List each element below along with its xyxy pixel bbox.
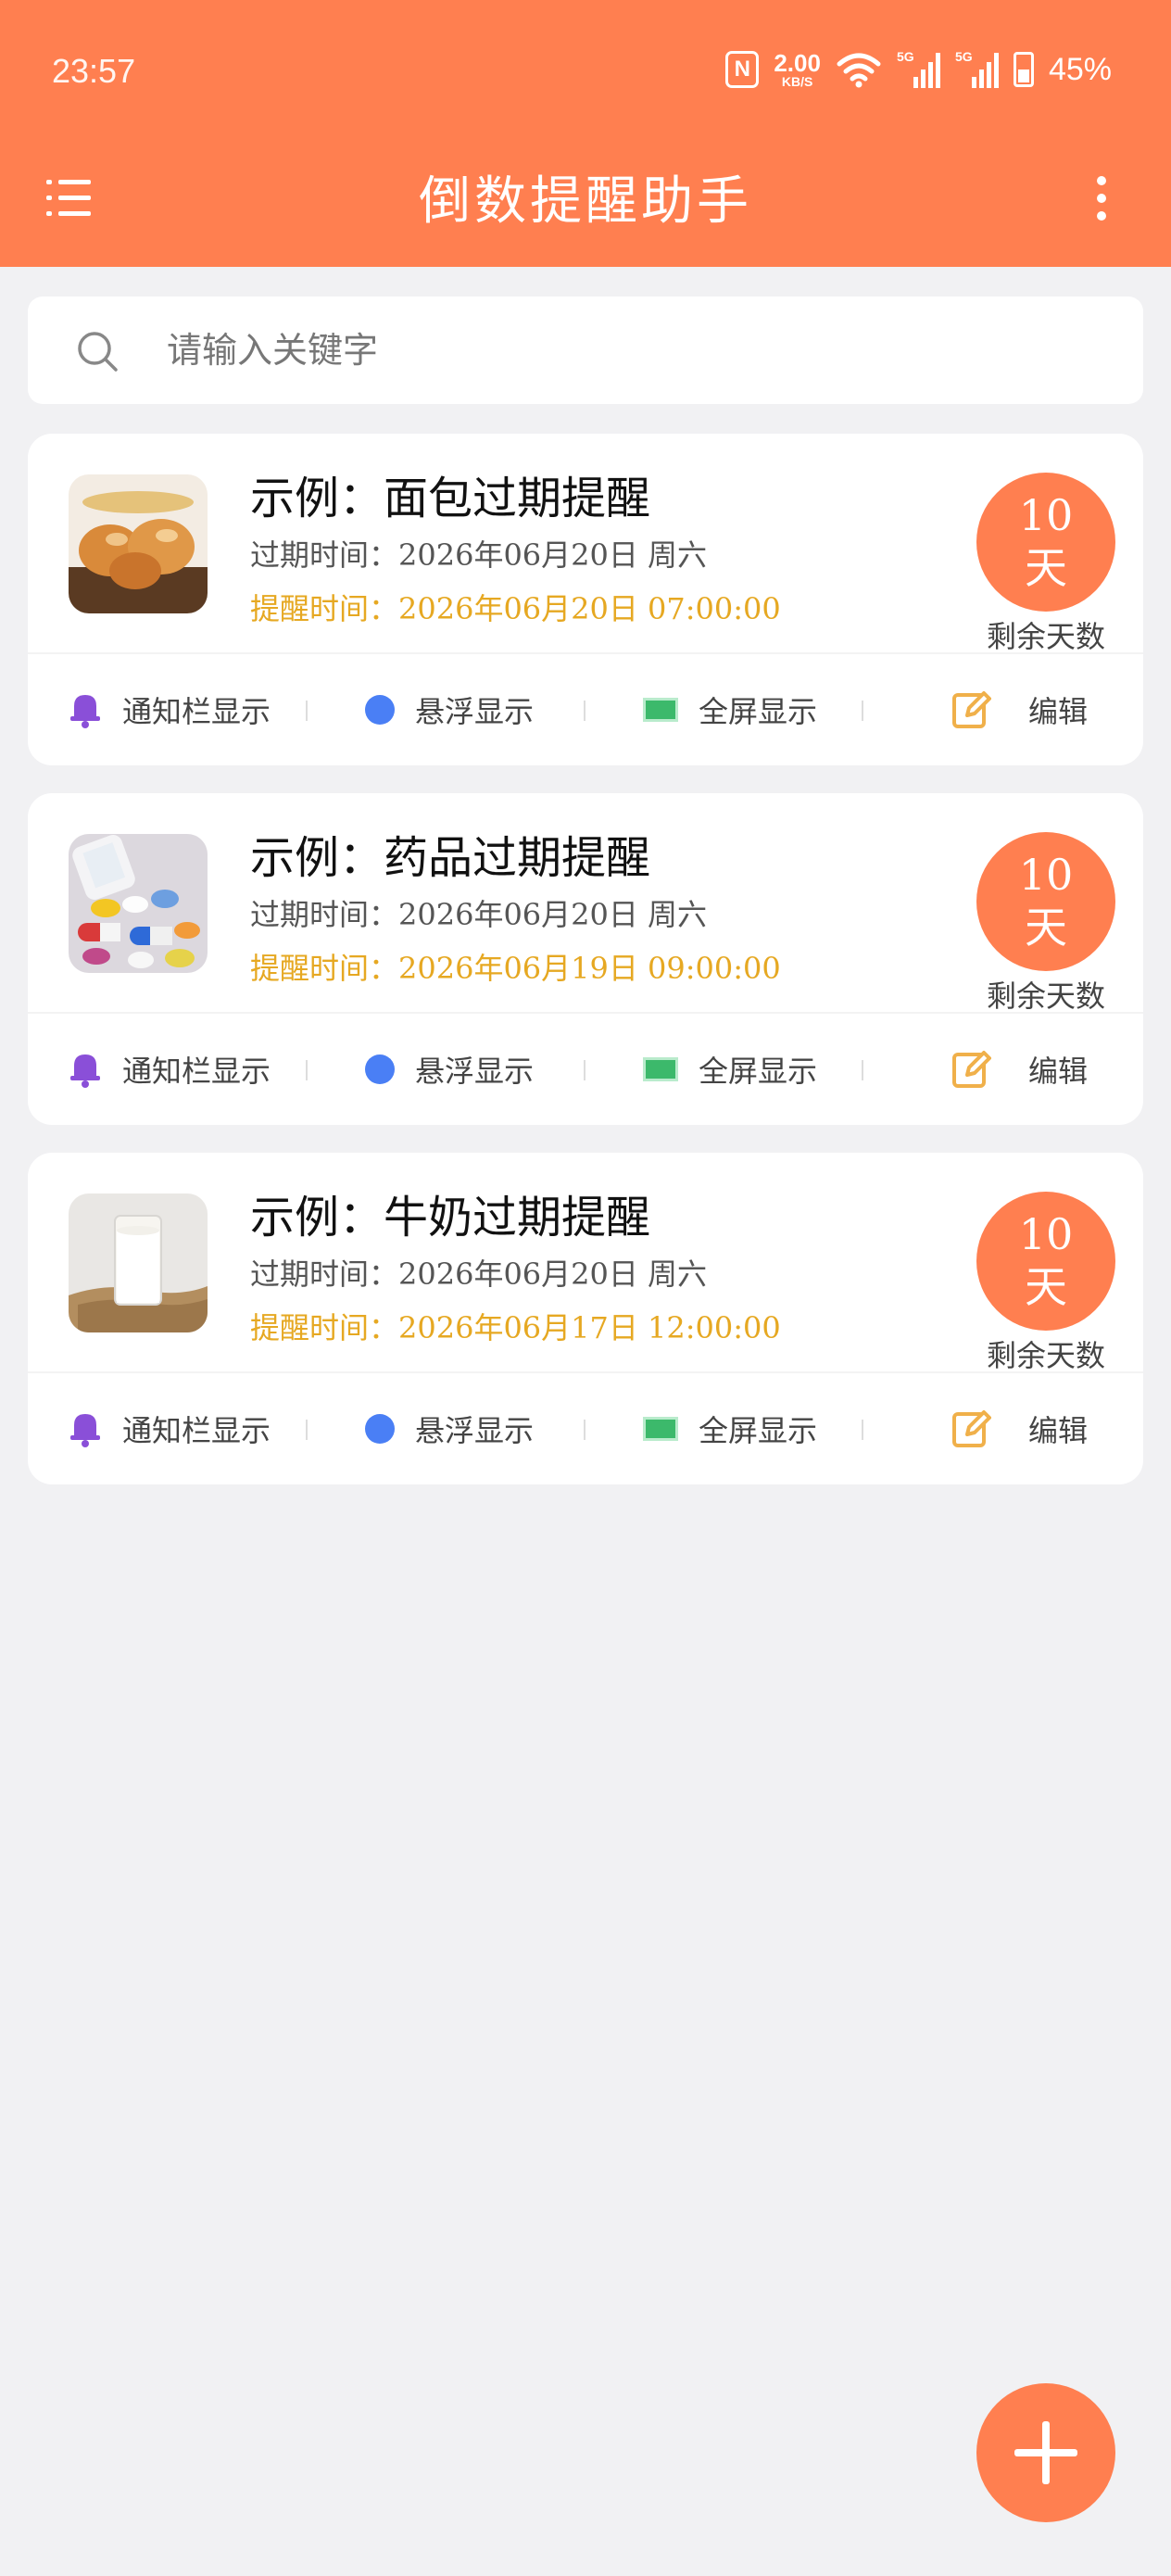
days-left-value: 10 <box>1018 1208 1074 1259</box>
action-separator <box>584 1060 586 1080</box>
float-dot-icon <box>365 1414 395 1444</box>
expire-time: 过期时间：2026年06月20日 周六 <box>250 537 708 573</box>
edit-label: 编辑 <box>1028 1054 1089 1089</box>
days-left-unit: 天 <box>1025 1262 1067 1312</box>
fullscreen-toggle[interactable]: 全屏显示 <box>643 654 817 765</box>
action-separator <box>306 701 308 721</box>
status-time: 23:57 <box>52 52 136 90</box>
card-actions: 通知栏显示 悬浮显示 全屏显示 编辑 <box>28 654 1143 765</box>
search-bar[interactable] <box>28 297 1143 404</box>
action-separator <box>862 1060 863 1080</box>
days-left-unit: 天 <box>1025 903 1067 953</box>
notify-toggle[interactable]: 通知栏显示 <box>69 1014 271 1125</box>
bell-icon <box>70 1414 100 1447</box>
fullscreen-toggle[interactable]: 全屏显示 <box>643 1373 817 1484</box>
edit-label: 编辑 <box>1028 694 1089 729</box>
days-left-badge: 10 天 <box>976 1192 1115 1331</box>
battery-icon <box>1013 52 1034 87</box>
fullscreen-label: 全屏显示 <box>699 1413 818 1448</box>
action-separator <box>584 701 586 721</box>
sim1-label: 5G <box>896 49 914 64</box>
notify-label: 通知栏显示 <box>122 694 271 729</box>
days-left-badge: 10 天 <box>976 473 1115 612</box>
notify-toggle[interactable]: 通知栏显示 <box>69 654 271 765</box>
notify-label: 通知栏显示 <box>122 1054 271 1089</box>
more-vertical-icon[interactable] <box>1093 176 1110 221</box>
float-label: 悬浮显示 <box>415 694 535 729</box>
notify-toggle[interactable]: 通知栏显示 <box>69 1373 271 1484</box>
float-toggle[interactable]: 悬浮显示 <box>365 654 534 765</box>
edit-icon <box>952 1410 991 1447</box>
milk-thumbnail <box>69 1193 208 1332</box>
page-title: 倒数提醒助手 <box>419 171 752 232</box>
action-separator <box>584 1420 586 1440</box>
edit-button[interactable]: 编辑 <box>951 654 1088 765</box>
reminder-card[interactable]: 示例：牛奶过期提醒 过期时间：2026年06月20日 周六 提醒时间：2026年… <box>28 1153 1143 1484</box>
remind-time: 提醒时间：2026年06月20日 07:00:00 <box>250 591 781 626</box>
card-title: 示例：药品过期提醒 <box>250 832 651 884</box>
edit-label: 编辑 <box>1028 1413 1089 1448</box>
expire-time: 过期时间：2026年06月20日 周六 <box>250 897 708 932</box>
status-bar: 23:57 N 2.00 KB/S 5G 5G 45% <box>0 0 1171 143</box>
signal-icon-sim1: 5G <box>896 49 940 88</box>
fullscreen-toggle[interactable]: 全屏显示 <box>643 1014 817 1125</box>
days-left-unit: 天 <box>1025 543 1067 593</box>
edit-icon <box>952 1051 991 1088</box>
days-left-value: 10 <box>1018 849 1074 900</box>
days-left-badge: 10 天 <box>976 832 1115 971</box>
remind-time: 提醒时间：2026年06月17日 12:00:00 <box>250 1310 781 1345</box>
card-actions: 通知栏显示 悬浮显示 全屏显示 编辑 <box>28 1014 1143 1125</box>
fullscreen-label: 全屏显示 <box>699 694 818 729</box>
days-left-label: 剩余天数 <box>986 1338 1105 1373</box>
edit-button[interactable]: 编辑 <box>951 1014 1088 1125</box>
card-title: 示例：牛奶过期提醒 <box>250 1192 651 1244</box>
float-dot-icon <box>365 695 395 725</box>
search-input[interactable] <box>167 322 1093 378</box>
days-left-value: 10 <box>1018 489 1074 540</box>
fullscreen-rect-icon <box>643 698 678 722</box>
app-header: 23:57 N 2.00 KB/S 5G 5G 45% 倒数提醒助手 <box>0 0 1171 267</box>
edit-button[interactable]: 编辑 <box>951 1373 1088 1484</box>
float-label: 悬浮显示 <box>415 1054 535 1089</box>
action-separator <box>306 1420 308 1440</box>
fullscreen-rect-icon <box>643 1417 678 1441</box>
float-dot-icon <box>365 1054 395 1084</box>
reminder-card[interactable]: 示例：面包过期提醒 过期时间：2026年06月20日 周六 提醒时间：2026年… <box>28 434 1143 765</box>
fullscreen-label: 全屏显示 <box>699 1054 818 1089</box>
reminder-card[interactable]: 示例：药品过期提醒 过期时间：2026年06月20日 周六 提醒时间：2026年… <box>28 793 1143 1125</box>
signal-icon-sim2: 5G <box>954 49 999 88</box>
status-icons: N 2.00 KB/S 5G 5G 45% <box>725 48 1112 91</box>
float-label: 悬浮显示 <box>415 1413 535 1448</box>
wifi-icon <box>837 53 881 88</box>
edit-icon <box>952 691 991 728</box>
bell-icon <box>70 1054 100 1088</box>
battery-percent: 45% <box>1048 51 1112 87</box>
float-toggle[interactable]: 悬浮显示 <box>365 1014 534 1125</box>
action-separator <box>306 1060 308 1080</box>
action-separator <box>862 701 863 721</box>
search-icon <box>78 332 118 372</box>
network-speed-unit: KB/S <box>781 74 813 89</box>
add-reminder-button[interactable] <box>976 2383 1115 2522</box>
bread-thumbnail <box>69 474 208 613</box>
network-speed-value: 2.00 <box>774 49 821 77</box>
notify-label: 通知栏显示 <box>122 1413 271 1448</box>
fullscreen-rect-icon <box>643 1057 678 1081</box>
nfc-icon: N <box>725 51 760 88</box>
card-title: 示例：面包过期提醒 <box>250 473 651 524</box>
medicine-thumbnail <box>69 834 208 973</box>
remind-time: 提醒时间：2026年06月19日 09:00:00 <box>250 951 781 986</box>
network-speed: 2.00 KB/S <box>774 51 821 88</box>
card-actions: 通知栏显示 悬浮显示 全屏显示 编辑 <box>28 1373 1143 1484</box>
float-toggle[interactable]: 悬浮显示 <box>365 1373 534 1484</box>
days-left-label: 剩余天数 <box>986 979 1105 1014</box>
expire-time: 过期时间：2026年06月20日 周六 <box>250 1256 708 1292</box>
bell-icon <box>70 695 100 728</box>
days-left-label: 剩余天数 <box>986 619 1105 654</box>
action-separator <box>862 1420 863 1440</box>
sim2-label: 5G <box>954 49 973 64</box>
